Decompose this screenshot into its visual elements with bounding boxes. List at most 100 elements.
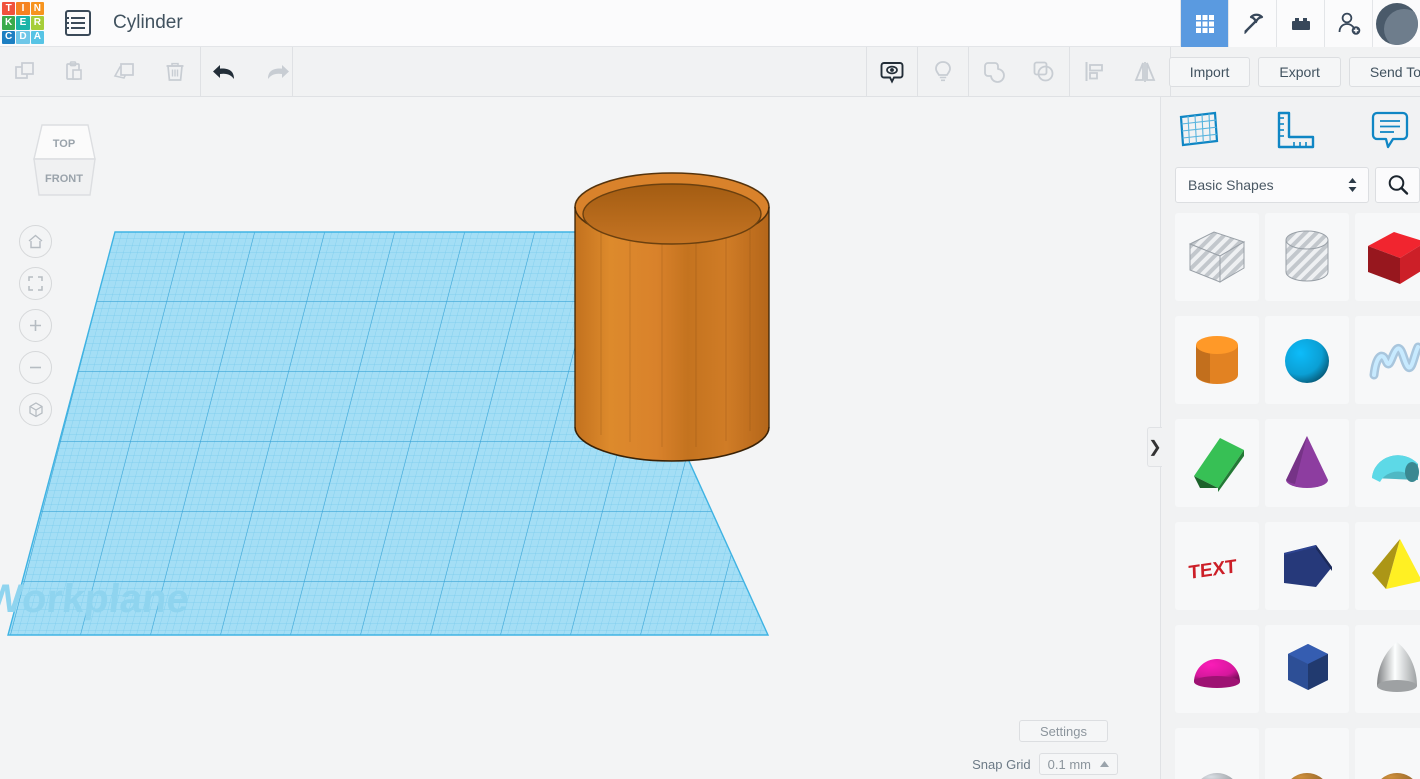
notes-bubble-icon: [1371, 111, 1409, 148]
ungroup-shape-icon: [1033, 61, 1054, 81]
shape-extra-1-icon: [1201, 773, 1233, 779]
shape-half-sphere-icon: [1194, 659, 1240, 688]
panel-tools: [1161, 97, 1420, 167]
shape-half-sphere[interactable]: [1175, 625, 1259, 713]
invite-user-button[interactable]: [1324, 0, 1372, 47]
logo-tile-r: R: [30, 16, 44, 30]
undo-arrow-icon: [213, 64, 234, 79]
logo-tile-d: D: [16, 30, 30, 44]
shape-extra-1[interactable]: [1175, 728, 1259, 779]
cylinder-object[interactable]: [574, 172, 770, 462]
shape-roof[interactable]: [1175, 419, 1259, 507]
panel-collapse-button[interactable]: ❯: [1147, 427, 1162, 467]
light-button[interactable]: [918, 47, 968, 97]
logo-tile-c: C: [2, 30, 16, 44]
edit-toolbar: Import Export Send To: [0, 46, 1420, 97]
shape-tube[interactable]: [1355, 419, 1420, 507]
snap-grid-label: Snap Grid: [972, 756, 1031, 772]
ruler-tool[interactable]: [1271, 109, 1317, 156]
copy-button[interactable]: [0, 47, 50, 97]
shape-sphere[interactable]: [1265, 316, 1349, 404]
import-button[interactable]: Import: [1168, 57, 1251, 87]
align-icon: [1085, 61, 1103, 81]
send-to-button[interactable]: Send To: [1348, 57, 1420, 87]
ortho-perspective-button[interactable]: [19, 393, 52, 426]
shape-pyramid[interactable]: [1355, 522, 1420, 610]
group-shape-icon: [984, 61, 1005, 83]
duplicate-button[interactable]: [100, 47, 150, 97]
tinkercad-app: TINKERCDA Cylinder Import Export Send To…: [0, 0, 1420, 779]
redo-arrow-icon: [268, 64, 289, 79]
toolbar-divider-2: [292, 46, 293, 97]
shape-library-grid: TEXT: [1161, 213, 1420, 779]
delete-button[interactable]: [150, 47, 200, 97]
shape-category-select[interactable]: Basic Shapes: [1175, 167, 1370, 203]
shape-text-icon: TEXT: [1188, 556, 1237, 584]
shape-scribble[interactable]: [1355, 316, 1420, 404]
chevron-updown-icon: [1348, 178, 1357, 192]
undo-button[interactable]: [201, 47, 251, 97]
viewcube-top-label: TOP: [53, 138, 75, 150]
view-visibility-button[interactable]: [867, 47, 917, 97]
home-view-button[interactable]: [19, 225, 52, 258]
caret-up-icon: [1100, 761, 1109, 767]
zoom-out-button[interactable]: [19, 351, 52, 384]
minus-icon: [30, 366, 41, 369]
history-tools: [201, 47, 301, 97]
shape-cone[interactable]: [1265, 419, 1349, 507]
shape-sphere-icon: [1285, 339, 1329, 383]
shape-box[interactable]: [1355, 213, 1420, 301]
redo-button[interactable]: [251, 47, 301, 97]
list-icon[interactable]: [65, 10, 91, 36]
notes-tool[interactable]: [1367, 109, 1413, 156]
cube-view-icon: [28, 401, 43, 417]
snap-grid-select[interactable]: 0.1 mm: [1038, 753, 1118, 775]
panel-controls: Basic Shapes: [1161, 167, 1420, 203]
ungroup-button[interactable]: [1019, 47, 1069, 97]
page-title: Cylinder: [113, 12, 183, 33]
shape-hex-prism[interactable]: [1265, 625, 1349, 713]
add-user-icon: [1338, 12, 1360, 35]
copy-icon: [15, 61, 34, 79]
zoom-in-button[interactable]: [19, 309, 52, 342]
grid-view-button[interactable]: [1180, 0, 1228, 47]
mirror-button[interactable]: [1120, 47, 1170, 97]
tinkercad-logo[interactable]: TINKERCDA: [1, 1, 45, 45]
export-button[interactable]: Export: [1258, 57, 1341, 87]
fit-to-view-button[interactable]: [19, 267, 52, 300]
trash-icon: [166, 62, 184, 81]
group-button[interactable]: [969, 47, 1019, 97]
view-cube[interactable]: TOP FRONT: [22, 117, 107, 207]
shape-text[interactable]: TEXT: [1175, 522, 1259, 610]
shape-cylinder-hole[interactable]: [1265, 213, 1349, 301]
user-avatar-button[interactable]: [1372, 0, 1420, 47]
top-bar-actions: [1180, 0, 1420, 47]
view-navigation: [19, 225, 52, 435]
logo-tile-a: A: [30, 30, 44, 44]
shape-pyramid-icon: [1372, 539, 1420, 589]
shape-extra-3[interactable]: [1355, 728, 1420, 779]
shape-extra-2[interactable]: [1265, 728, 1349, 779]
duplicate-icon: [113, 62, 134, 79]
shape-box-hole[interactable]: [1175, 213, 1259, 301]
3d-canvas[interactable]: Workplane TOP FRONT Settings Snap Grid 0…: [0, 97, 1160, 779]
align-button[interactable]: [1070, 47, 1120, 97]
settings-button[interactable]: Settings: [1019, 720, 1108, 742]
object-tools: [866, 46, 1171, 97]
codeblocks-button[interactable]: [1228, 0, 1276, 47]
shape-cylinder[interactable]: [1175, 316, 1259, 404]
paste-button[interactable]: [50, 47, 100, 97]
home-icon: [28, 234, 43, 249]
file-actions: Import Export Send To: [1168, 47, 1420, 97]
shape-search-button[interactable]: [1375, 167, 1420, 203]
shape-paraboloid[interactable]: [1355, 625, 1420, 713]
chevron-right-icon: ❯: [1148, 439, 1162, 456]
logo-tile-n: N: [30, 2, 44, 16]
shape-hex-prism-icon: [1288, 644, 1328, 690]
shape-paraboloid-icon: [1377, 642, 1417, 692]
blocks-button[interactable]: [1276, 0, 1324, 47]
shape-polygon-icon: [1284, 545, 1332, 587]
viewcube-front-label: FRONT: [45, 173, 83, 185]
shape-polygon[interactable]: [1265, 522, 1349, 610]
workplane-tool[interactable]: [1175, 109, 1221, 156]
